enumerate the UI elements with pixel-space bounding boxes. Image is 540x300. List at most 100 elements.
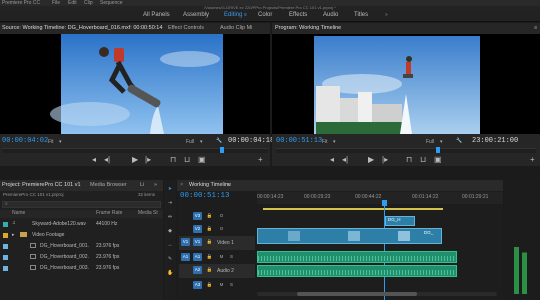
list-item[interactable]: ♫ Skyward-Adobe120.wav 44100 Hz: [0, 220, 163, 230]
source-video[interactable]: [0, 34, 270, 134]
video-clip-v3[interactable]: DG_H: [385, 216, 415, 226]
panel-menu-icon[interactable]: ≡: [534, 23, 537, 34]
mute-button[interactable]: M: [217, 281, 226, 289]
audio-clip-a1[interactable]: [257, 251, 457, 263]
audio-clip-a2[interactable]: [257, 265, 457, 277]
step-back-icon[interactable]: ◂|: [342, 155, 348, 164]
col-name[interactable]: Name: [12, 210, 25, 216]
scrollbar-thumb[interactable]: [297, 292, 417, 296]
timeline-timecode[interactable]: 00:00:51:13: [180, 192, 230, 200]
step-forward-icon[interactable]: |▸: [382, 155, 388, 164]
play-icon[interactable]: ▶: [368, 155, 374, 164]
play-icon[interactable]: ▶: [132, 155, 138, 164]
audio-clip-mixer-tab[interactable]: Audio Clip Mi: [220, 23, 252, 34]
mute-button[interactable]: M: [217, 253, 226, 261]
source-fit-select[interactable]: Fit: [48, 139, 54, 145]
pen-tool-icon[interactable]: ✎: [167, 256, 173, 262]
workspace-titles[interactable]: Titles: [354, 12, 368, 18]
work-area-bar[interactable]: [263, 208, 443, 210]
list-item[interactable]: ▸ Video Footage: [0, 231, 163, 241]
wrench-icon[interactable]: 🔧: [216, 138, 222, 144]
mark-in-icon[interactable]: ◂: [330, 155, 334, 164]
source-patch-v1[interactable]: V1: [181, 238, 190, 246]
list-item[interactable]: DG_Hoverboard_003. 23.976 fps: [0, 264, 163, 274]
selection-tool-icon[interactable]: ➤: [167, 186, 173, 192]
track-lock-icon[interactable]: 🔒: [205, 238, 214, 246]
track-lock-icon[interactable]: 🔒: [205, 281, 214, 289]
timeline-tab[interactable]: Working Timeline: [189, 180, 231, 191]
track-lock-icon[interactable]: 🔒: [205, 253, 214, 261]
timeline-scrollbar[interactable]: [257, 292, 497, 296]
track-lock-icon[interactable]: 🔒: [205, 266, 214, 274]
program-playhead[interactable]: [436, 147, 440, 153]
hand-tool-icon[interactable]: ✋: [167, 270, 173, 276]
workspace-editing[interactable]: Editing: [224, 12, 242, 18]
program-quality-select[interactable]: Full: [426, 139, 434, 145]
track-target-a3[interactable]: A3: [193, 281, 202, 289]
export-frame-icon[interactable]: ▣: [434, 155, 442, 164]
eye-icon[interactable]: O: [217, 225, 226, 233]
source-quality-select[interactable]: Full: [186, 139, 194, 145]
eye-icon[interactable]: O: [217, 212, 226, 220]
step-back-icon[interactable]: ◂|: [104, 155, 110, 164]
workspace-color[interactable]: Color: [258, 12, 272, 18]
timeline-ruler[interactable]: 00:00:14:23 00:00:29:23 00:00:44:22 00:0…: [257, 192, 503, 204]
more-tabs-icon[interactable]: »: [154, 180, 157, 191]
program-video[interactable]: [272, 34, 540, 134]
slip-tool-icon[interactable]: ↔: [167, 242, 173, 248]
workspace-assembly[interactable]: Assembly: [183, 12, 209, 18]
track-header-v2: V2 🔒 O: [179, 223, 255, 235]
source-playhead-timecode[interactable]: 00:00:04:02: [2, 137, 48, 145]
col-media-start[interactable]: Media St: [138, 210, 158, 216]
project-tab[interactable]: Project: PremierePro CC 101 v1: [2, 180, 81, 191]
effect-controls-tab[interactable]: Effect Controls: [168, 23, 204, 34]
track-target-a1[interactable]: A1: [193, 253, 202, 261]
solo-button[interactable]: S: [227, 281, 236, 289]
export-frame-icon[interactable]: ▣: [198, 155, 206, 164]
workspace-audio[interactable]: Audio: [323, 12, 338, 18]
program-fit-select[interactable]: Fit: [322, 139, 328, 145]
list-item[interactable]: DG_Hoverboard_001. 23.976 fps: [0, 242, 163, 252]
extract-icon[interactable]: ⊔: [420, 155, 426, 164]
track-header-v3: V3 🔒 O: [179, 210, 255, 222]
mark-in-icon[interactable]: ◂: [92, 155, 96, 164]
expand-triangle-icon[interactable]: ▸: [12, 232, 15, 238]
track-target-v1[interactable]: V1: [193, 238, 202, 246]
source-playhead[interactable]: [220, 147, 224, 153]
add-button-icon[interactable]: +: [258, 155, 263, 164]
workspace-effects[interactable]: Effects: [289, 12, 307, 18]
source-patch-a1[interactable]: A1: [181, 253, 190, 261]
workspace-all-panels[interactable]: All Panels: [143, 12, 170, 18]
lift-icon[interactable]: ⊓: [406, 155, 412, 164]
video-clip-v1[interactable]: DG_: [257, 228, 442, 244]
solo-button[interactable]: S: [227, 253, 236, 261]
project-search-input[interactable]: ⌕: [2, 201, 161, 208]
track-lock-icon[interactable]: 🔒: [205, 225, 214, 233]
program-time-ruler[interactable]: [276, 148, 536, 153]
menu-icon[interactable]: ≡: [244, 12, 247, 18]
program-playhead-timecode[interactable]: 00:00:51:13: [276, 137, 322, 145]
more-workspaces-icon[interactable]: »: [385, 12, 388, 18]
panel-menu-icon[interactable]: ≡: [227, 180, 230, 191]
ripple-edit-icon[interactable]: ⇹: [167, 214, 173, 220]
insert-icon[interactable]: ⊓: [170, 155, 176, 164]
track-target-a2[interactable]: A2: [193, 266, 202, 274]
libraries-tab[interactable]: Li: [140, 180, 144, 191]
step-forward-icon[interactable]: |▸: [145, 155, 151, 164]
razor-icon[interactable]: ◆: [167, 228, 173, 234]
add-button-icon[interactable]: +: [530, 155, 535, 164]
media-browser-tab[interactable]: Media Browser: [90, 180, 127, 191]
wrench-icon[interactable]: 🔧: [456, 138, 462, 144]
track-lock-icon[interactable]: 🔒: [205, 212, 214, 220]
source-time-ruler[interactable]: [2, 148, 268, 153]
list-item[interactable]: DG_Hoverboard_002. 23.976 fps: [0, 253, 163, 263]
close-icon[interactable]: ×: [180, 180, 183, 191]
track-target-v2[interactable]: V2: [193, 225, 202, 233]
program-tab[interactable]: Program: Working Timeline: [275, 23, 341, 34]
track-target-v3[interactable]: V3: [193, 212, 202, 220]
video-color-label-icon: [3, 244, 8, 249]
col-frame-rate[interactable]: Frame Rate: [96, 210, 122, 216]
overwrite-icon[interactable]: ⊔: [184, 155, 190, 164]
source-tab[interactable]: Source: Working Timeline: DG_Hoverboard_…: [2, 23, 162, 34]
track-select-icon[interactable]: ⇥: [167, 200, 173, 206]
